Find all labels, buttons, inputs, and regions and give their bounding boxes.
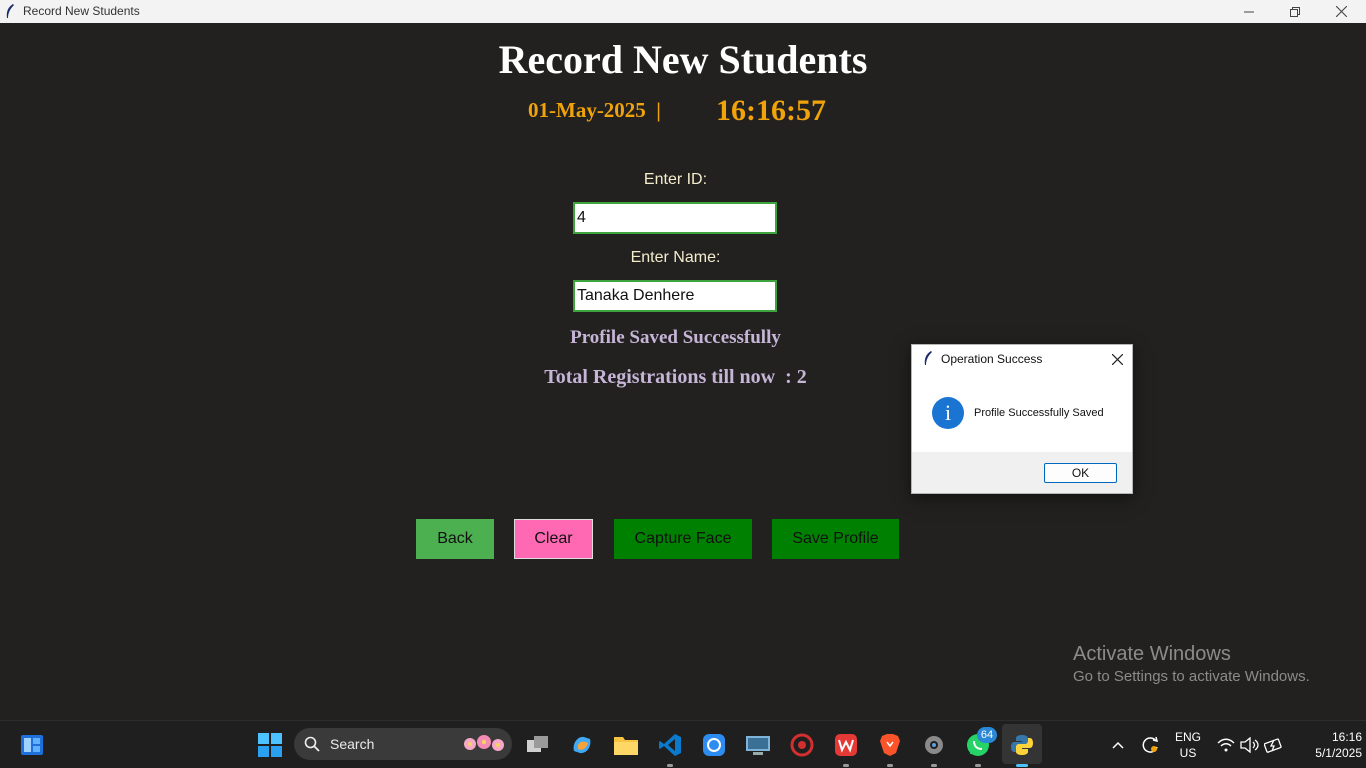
sync-app-icon[interactable] bbox=[698, 729, 730, 761]
id-input[interactable] bbox=[573, 202, 777, 234]
activation-watermark-subtitle: Go to Settings to activate Windows. bbox=[1073, 668, 1310, 685]
save-profile-button[interactable]: Save Profile bbox=[772, 519, 899, 559]
info-icon: i bbox=[932, 397, 964, 429]
language-code[interactable]: ENG bbox=[1170, 730, 1206, 744]
window-title: Record New Students bbox=[23, 4, 140, 18]
vscode-icon[interactable] bbox=[654, 729, 686, 761]
antivirus-icon[interactable] bbox=[786, 729, 818, 761]
dialog-message: Profile Successfully Saved bbox=[974, 407, 1104, 419]
close-icon[interactable] bbox=[1318, 0, 1364, 23]
copilot-icon[interactable] bbox=[566, 729, 598, 761]
activation-watermark-title: Activate Windows bbox=[1073, 643, 1231, 665]
vscode-running-indicator bbox=[667, 764, 673, 767]
widgets-icon[interactable] bbox=[16, 729, 48, 761]
app-feather-icon bbox=[6, 4, 14, 18]
taskbar: Search 64 ENG US 16:16 5/1/2025 bbox=[0, 720, 1366, 768]
page-title: Record New Students bbox=[498, 37, 868, 82]
task-view-icon[interactable] bbox=[522, 729, 554, 761]
minimize-icon[interactable] bbox=[1226, 0, 1272, 23]
python-active-indicator bbox=[1016, 764, 1028, 767]
current-time: 16:16:57 bbox=[716, 94, 826, 127]
dialog-close-icon[interactable] bbox=[1106, 348, 1128, 370]
whatsapp-badge: 64 bbox=[977, 727, 997, 743]
taskbar-search[interactable]: Search bbox=[294, 728, 512, 760]
whatsapp-running-indicator bbox=[975, 764, 981, 767]
ok-button[interactable]: OK bbox=[1044, 463, 1117, 483]
registration-count: Total Registrations till now : 2 bbox=[544, 366, 807, 388]
dialog-title: Operation Success bbox=[941, 352, 1043, 366]
start-windows-icon[interactable] bbox=[254, 729, 286, 761]
window-titlebar: Record New Students bbox=[0, 0, 1366, 23]
flowers-icon bbox=[464, 735, 504, 751]
chevron-up-icon[interactable] bbox=[1102, 729, 1134, 761]
back-button[interactable]: Back bbox=[416, 519, 494, 559]
name-label: Enter Name: bbox=[630, 249, 721, 266]
clear-button[interactable]: Clear bbox=[514, 519, 593, 559]
brave-browser-icon[interactable] bbox=[874, 729, 906, 761]
language-region[interactable]: US bbox=[1170, 746, 1206, 760]
settings-running-indicator bbox=[931, 764, 937, 767]
search-label: Search bbox=[330, 736, 375, 752]
sync-status-icon[interactable] bbox=[1134, 729, 1166, 761]
restore-icon[interactable] bbox=[1272, 0, 1318, 23]
wps-running-indicator bbox=[843, 764, 849, 767]
wps-office-icon[interactable] bbox=[830, 729, 862, 761]
success-dialog: Operation Success i Profile Successfully… bbox=[911, 344, 1133, 494]
search-icon bbox=[304, 736, 320, 752]
settings-gear-icon[interactable] bbox=[918, 729, 950, 761]
clock-time[interactable]: 16:16 bbox=[1300, 730, 1362, 744]
dialog-footer: OK bbox=[912, 452, 1132, 493]
battery-charging-icon[interactable] bbox=[1258, 729, 1290, 761]
current-date: 01-May-2025 | bbox=[528, 98, 661, 122]
name-input[interactable] bbox=[573, 280, 777, 312]
brave-running-indicator bbox=[887, 764, 893, 767]
python-icon[interactable] bbox=[1006, 729, 1038, 761]
file-explorer-icon[interactable] bbox=[610, 729, 642, 761]
dialog-feather-icon bbox=[924, 351, 932, 365]
status-message: Profile Saved Successfully bbox=[570, 327, 781, 348]
id-label: Enter ID: bbox=[643, 171, 708, 188]
capture-face-button[interactable]: Capture Face bbox=[614, 519, 752, 559]
remote-desktop-icon[interactable] bbox=[742, 729, 774, 761]
clock-date[interactable]: 5/1/2025 bbox=[1288, 746, 1362, 760]
